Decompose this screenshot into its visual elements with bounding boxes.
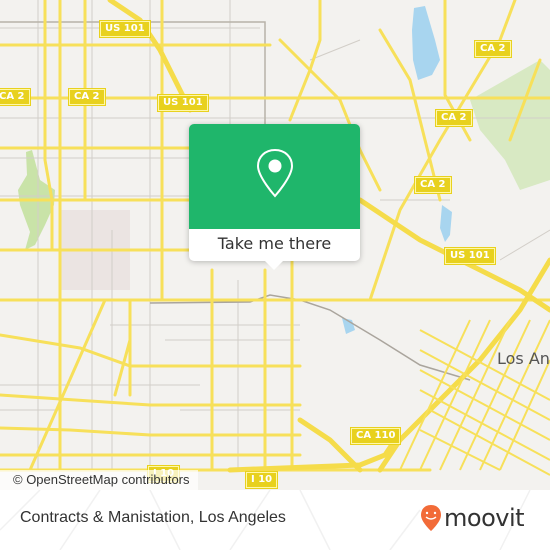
take-me-there-button[interactable]: Take me there [189,229,360,261]
moovit-wordmark: moovit [444,504,525,532]
road-shield: CA 2 [436,110,472,126]
road-shield: US 101 [445,248,495,264]
road-shield: CA 2 [0,89,30,105]
road-shield: CA 2 [415,177,451,193]
city-label-los-angeles: Los An [497,349,550,368]
road-shield: CA 2 [69,89,105,105]
moovit-logo[interactable]: moovit [420,504,525,532]
road-shield: US 101 [100,21,150,37]
popup-header [189,124,360,229]
map-view[interactable]: US 101 CA 2 CA 2 US 101 CA 2 CA 2 CA 2 US 101 CA… [0,0,550,490]
road-shield: CA 110 [351,428,401,444]
place-name: Contracts & Manistation, Los Angeles [20,509,286,526]
popup-pointer [265,261,283,270]
map-pin-icon [256,148,294,198]
road-shield: US 101 [158,95,208,111]
footer-bar: Contracts & Manistation, Los Angeles moo… [0,490,550,550]
lake [440,205,452,242]
road-shield: I 10 [246,472,278,488]
location-popup: Take me there [189,124,360,270]
attribution-text[interactable]: © OpenStreetMap contributors [13,472,190,487]
park-area [470,60,550,190]
reservoir [412,6,440,80]
map-attribution[interactable]: © OpenStreetMap contributors [0,470,198,490]
moovit-pin-icon [421,505,441,531]
road-shield: CA 2 [475,41,511,57]
